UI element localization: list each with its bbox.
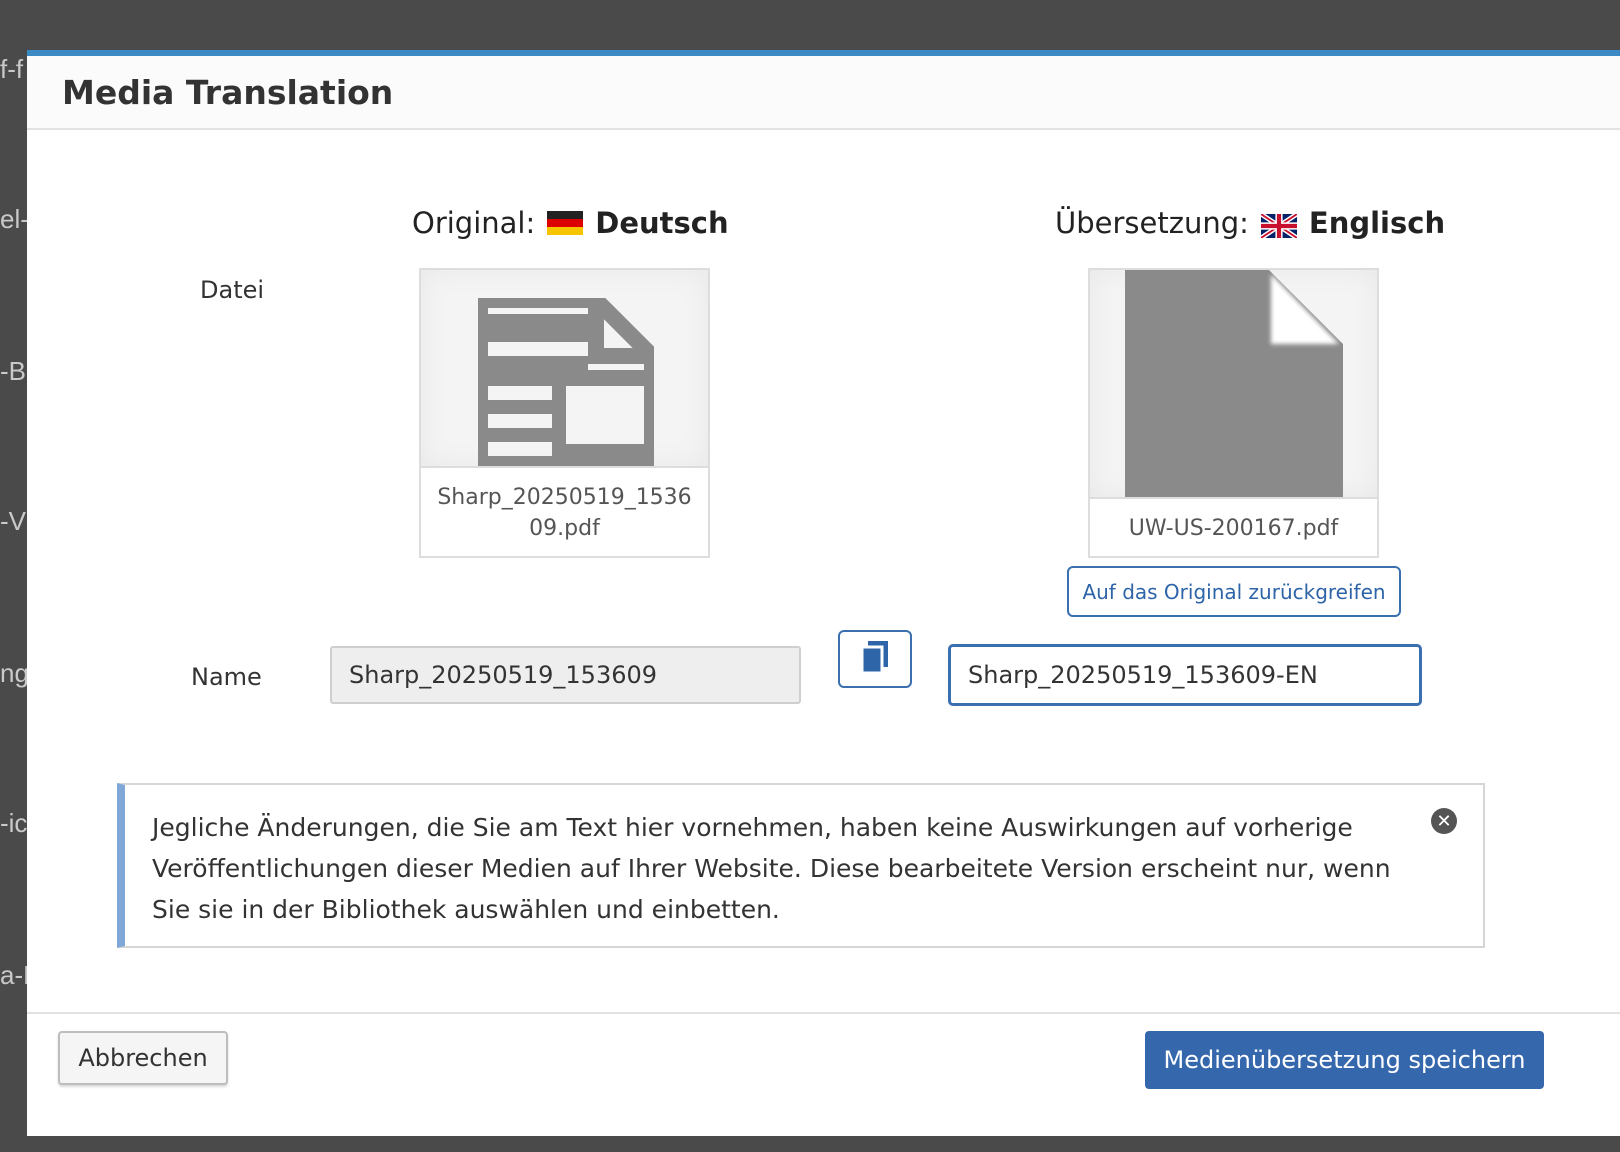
dialog-title: Media Translation — [62, 72, 394, 112]
document-icon — [472, 292, 660, 466]
translation-file-card[interactable]: UW-US-200167.pdf — [1088, 268, 1379, 558]
background-text-fragment: -V — [0, 506, 26, 536]
copy-icon — [860, 640, 890, 679]
save-translation-button[interactable]: Medienübersetzung speichern — [1145, 1031, 1544, 1089]
uk-flag-icon — [1259, 211, 1299, 240]
translation-language: Englisch — [1308, 206, 1446, 240]
file-icon — [1125, 270, 1345, 497]
translation-file-preview — [1090, 270, 1377, 497]
dialog-footer: Abbrechen Medienübersetzung speichern — [27, 1012, 1620, 1136]
copy-name-button[interactable] — [838, 630, 912, 688]
original-file-card: Sharp_20250519_153609.pdf — [419, 268, 710, 558]
dialog-header: Media Translation — [27, 56, 1620, 130]
original-language-heading: Original: Deutsch — [412, 206, 729, 240]
info-notice: Jegliche Änderungen, die Sie am Text hie… — [117, 783, 1485, 948]
background-text-fragment: ng — [0, 658, 29, 688]
original-language: Deutsch — [595, 206, 729, 240]
translated-name-input[interactable]: Sharp_20250519_153609-EN — [948, 644, 1422, 706]
translation-language-heading: Übersetzung: Englisch — [1055, 206, 1445, 240]
background-text-fragment: -ic — [0, 808, 28, 838]
translation-prefix: Übersetzung: — [1055, 206, 1249, 240]
original-name-field: Sharp_20250519_153609 — [330, 646, 801, 704]
translation-file-name: UW-US-200167.pdf — [1090, 497, 1377, 559]
notice-text: Jegliche Änderungen, die Sie am Text hie… — [152, 813, 1391, 924]
original-file-preview — [421, 270, 708, 466]
file-row-label: Datei — [200, 276, 265, 304]
background-text-fragment: -B — [0, 356, 26, 386]
close-icon[interactable]: ✕ — [1431, 808, 1457, 834]
original-prefix: Original: — [412, 206, 536, 240]
original-file-name: Sharp_20250519_153609.pdf — [421, 466, 708, 558]
media-translation-dialog: Media Translation Original: Deutsch Über… — [27, 50, 1620, 1136]
germany-flag-icon — [547, 211, 584, 235]
background-text-fragment: f-f — [0, 54, 24, 84]
cancel-button[interactable]: Abbrechen — [58, 1031, 228, 1085]
revert-to-original-button[interactable]: Auf das Original zurückgreifen — [1067, 566, 1401, 617]
name-row-label: Name — [191, 663, 262, 691]
